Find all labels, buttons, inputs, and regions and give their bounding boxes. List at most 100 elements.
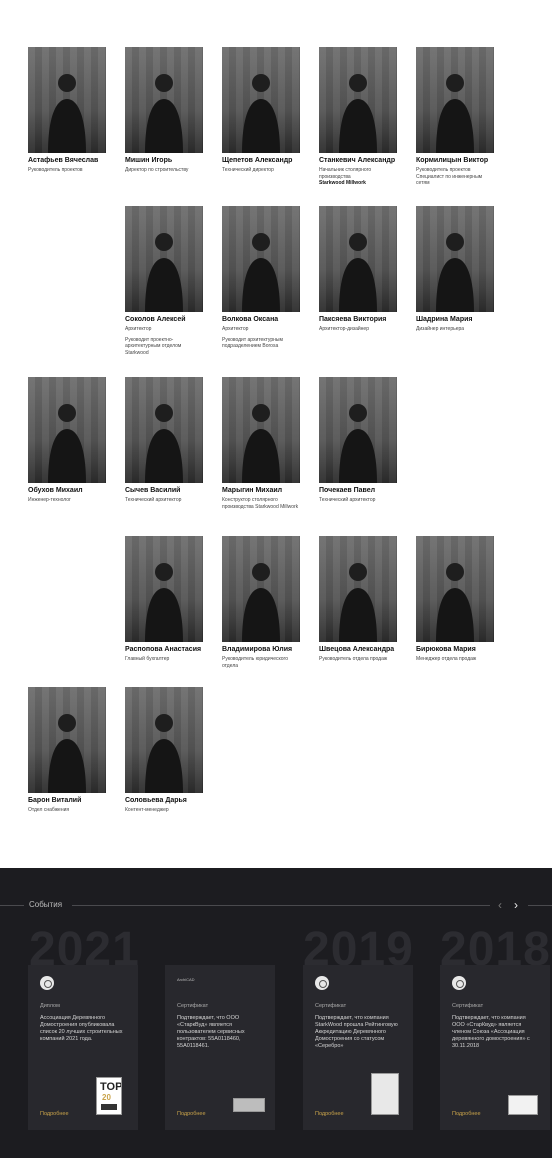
team-member-photo	[28, 687, 106, 793]
certificate-thumbnail	[233, 1098, 265, 1112]
team-member-photo	[319, 377, 397, 483]
team-member-role: Руководитель проектов Специалист по инже…	[416, 167, 483, 186]
team-member: Почекаев Павел Технический архитектор	[319, 377, 397, 504]
team-member-name: Бирюкова Мария	[416, 646, 476, 653]
team-member: Барон Виталий Отдел снабжения	[28, 687, 106, 814]
team-member-photo	[416, 47, 494, 153]
events-title: События	[29, 900, 63, 909]
team-member-photo	[222, 536, 300, 642]
event-category: Сертификат	[177, 1003, 209, 1009]
team-member-photo	[319, 47, 397, 153]
team-member-name: Почекаев Павел	[319, 487, 376, 494]
team-member-role: Инженер-технолог	[28, 497, 71, 503]
team-member: Астафьев Вячеслав Руководитель проектов	[28, 47, 106, 174]
team-member: Бирюкова Мария Менеджер отдела продаж	[416, 536, 494, 663]
team-member-role: Руководитель юридического отдела	[222, 656, 289, 669]
svg-text:20: 20	[102, 1093, 111, 1102]
team-member-role: Архитектор	[222, 326, 249, 332]
team-member-photo	[416, 206, 494, 312]
team-member-name: Владимирова Юлия	[222, 646, 293, 653]
team-member: Владимирова Юлия Руководитель юридическог…	[222, 536, 300, 669]
team-member-photo	[319, 536, 397, 642]
team-member: Волкова Оксана Архитектор Руководит архите…	[222, 206, 300, 350]
team-member-name: Мишин Игорь	[125, 157, 173, 164]
team-member-photo	[319, 206, 397, 312]
team-member-role: Технический архитектор	[319, 497, 376, 503]
team-member-role: Руководитель отдела продаж	[319, 656, 388, 662]
team-member-name: Обухов Михаил	[28, 487, 83, 494]
team-member-photo	[125, 377, 203, 483]
team-member-name: Распопова Анастасия	[125, 646, 202, 653]
team-member-role: Архитектор	[125, 326, 152, 332]
team-member-role: Директор по строительству	[125, 167, 189, 173]
team-member-photo	[28, 377, 106, 483]
team-member-name: Астафьев Вячеслав	[28, 157, 99, 164]
more-link[interactable]: Подробнее	[452, 1111, 481, 1117]
event-description: Ассоциация Деревянного Домостроения опуб…	[40, 1015, 123, 1042]
team-member: Кормилицын Виктор Руководитель проектов С…	[416, 47, 494, 187]
team-member-role-company: Starkwood Millwork	[319, 180, 366, 186]
team-member: Мишин Игорь Директор по строительству	[125, 47, 203, 174]
team-member-name: Станкевич Александр	[319, 157, 396, 164]
company-logo-icon	[452, 976, 466, 990]
team-member-photo	[125, 206, 203, 312]
divider	[0, 905, 24, 906]
team-member-role: Архитектор-дизайнер	[319, 326, 369, 332]
diploma-thumbnail: TOP 20	[96, 1077, 122, 1115]
events-section: События ‹ › 2021 2019 2018 Диплом Ассоци…	[0, 868, 552, 1158]
team-member: Шадрина Мария Дизайнер интерьера	[416, 206, 494, 333]
team-member: Станкевич Александр Начальник столярного …	[319, 47, 397, 187]
team-member: Соловьева Дарья Контент-менеджер	[125, 687, 203, 814]
team-member: Соколов Алексей Архитектор Руководит проек…	[125, 206, 203, 356]
more-link[interactable]: Подробнее	[177, 1111, 206, 1117]
team-member-photo	[222, 377, 300, 483]
team-member-photo	[222, 206, 300, 312]
company-logo-icon	[40, 976, 54, 990]
more-link[interactable]: Подробнее	[315, 1111, 344, 1117]
team-member-role: Контент-менеджер	[125, 807, 169, 813]
team-member-photo	[222, 47, 300, 153]
team-member: Паксяева Виктория Архитектор-дизайнер	[319, 206, 397, 333]
event-category: Сертификат	[452, 1003, 484, 1009]
team-member-name: Марыгин Михаил	[222, 487, 283, 494]
team-member-role: Конструктор столярного производства Star…	[222, 497, 299, 510]
event-description: Подтверждает, что компания StarkWood про…	[315, 1015, 398, 1049]
team-member: Обухов Михаил Инженер-технолог	[28, 377, 106, 504]
team-member-photo	[28, 47, 106, 153]
team-member-role: Технический архитектор	[125, 497, 182, 503]
event-card[interactable]: ArchiCAD Сертификат Подтверждает, что ОО…	[165, 965, 275, 1130]
team-member-role: Руководит архитектурным подразделением B…	[222, 336, 283, 350]
certificate-thumbnail	[508, 1095, 538, 1115]
chevron-left-icon[interactable]: ‹	[498, 898, 502, 912]
event-card[interactable]: Диплом Ассоциация Деревянного Домостроен…	[28, 965, 138, 1130]
team-member-name: Швецова Александра	[319, 646, 395, 653]
event-card[interactable]: Сертификат Подтверждает, что компания ОО…	[440, 965, 550, 1130]
team-member-name: Соколов Алексей	[125, 316, 186, 323]
team-member-role: Главный бухгалтер	[125, 656, 170, 662]
event-category: Диплом	[40, 1003, 60, 1009]
svg-text:TOP: TOP	[100, 1081, 121, 1093]
team-member-name: Щепетов Александр	[222, 157, 293, 164]
event-card[interactable]: Сертификат Подтверждает, что компания St…	[303, 965, 413, 1130]
team-member: Сычев Василий Технический архитектор	[125, 377, 203, 504]
team-member-photo	[125, 47, 203, 153]
company-logo-icon	[315, 976, 329, 990]
team-member: Швецова Александра Руководитель отдела пр…	[319, 536, 397, 663]
team-member-role: Руководит проектно-архитектурным отделом…	[125, 336, 182, 356]
team-member-name: Кормилицын Виктор	[416, 157, 489, 164]
team-section: Астафьев Вячеслав Руководитель проектов Ми…	[0, 0, 552, 868]
more-link[interactable]: Подробнее	[40, 1111, 69, 1117]
team-member-role: Начальник столярного производства	[319, 167, 372, 180]
event-category: Сертификат	[315, 1003, 347, 1009]
team-member-name: Соловьева Дарья	[125, 797, 187, 804]
team-member-name: Барон Виталий	[28, 797, 82, 804]
team-member-name: Шадрина Мария	[416, 316, 473, 323]
divider	[72, 905, 490, 906]
team-member-photo	[125, 536, 203, 642]
team-member-name: Волкова Оксана	[222, 316, 279, 323]
chevron-right-icon[interactable]: ›	[514, 898, 518, 912]
team-member: Щепетов Александр Технический директор	[222, 47, 300, 174]
team-member-name: Сычев Василий	[125, 487, 181, 494]
team-member-role: Отдел снабжения	[28, 807, 70, 813]
archicad-logo: ArchiCAD	[177, 977, 195, 982]
